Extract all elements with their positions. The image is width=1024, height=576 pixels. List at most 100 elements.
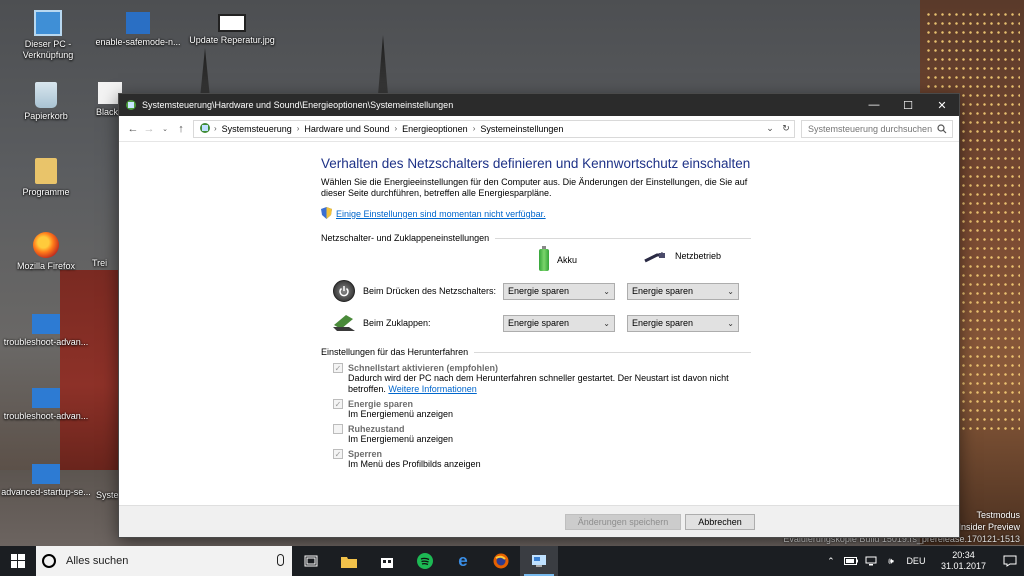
desktop-icon-this-pc[interactable]: Dieser PC - Verknüpfung [2, 10, 94, 61]
background-spire [378, 35, 388, 95]
desktop-icon-troubleshoot-2[interactable]: troubleshoot-advan... [0, 388, 92, 422]
breadcrumb-item[interactable]: Energieoptionen [402, 124, 468, 134]
column-header-battery: Akku [557, 255, 578, 265]
fast-startup-checkbox[interactable]: ✓ [333, 363, 343, 373]
microphone-icon[interactable] [277, 554, 284, 566]
watermark-insider: Insider Preview [958, 522, 1020, 532]
desktop-icon-trei[interactable]: Trei [92, 258, 116, 269]
volume-icon[interactable]: 🕪 [884, 555, 898, 567]
column-header-plugged: Netzbetrieb [675, 251, 722, 261]
desktop-icon-label: troubleshoot-advan... [3, 411, 89, 421]
network-icon[interactable] [864, 555, 878, 567]
sleep-option: ✓ Energie sparen Im Energiemenü anzeigen [333, 399, 959, 420]
checkbox-label: Schnellstart aktivieren (empfohlen) [348, 363, 499, 373]
power-plug-icon [643, 251, 667, 263]
desktop-icon-label: troubleshoot-advan... [3, 337, 89, 347]
desktop-icon-syste[interactable]: Syste [96, 490, 120, 501]
lid-close-battery-select[interactable]: Energie sparen ⌄ [503, 314, 615, 332]
refresh-icon[interactable]: ↻ [778, 123, 794, 134]
save-changes-button[interactable]: Änderungen speichern [565, 514, 681, 530]
close-button[interactable]: ✕ [925, 94, 959, 116]
desktop-icon-programs[interactable]: Programme [0, 158, 92, 198]
breadcrumb-item[interactable]: Hardware und Sound [304, 124, 389, 134]
chevron-right-icon[interactable]: › [473, 124, 476, 133]
taskbar-spotify[interactable] [406, 546, 444, 576]
document-icon [126, 12, 150, 34]
chevron-down-icon[interactable]: ⌄ [762, 123, 778, 134]
search-input[interactable] [808, 123, 933, 134]
spotify-icon [417, 553, 433, 569]
checkbox-label: Sperren [348, 449, 383, 459]
maximize-button[interactable]: ☐ [891, 94, 925, 116]
address-bar: ← → ⌄ ↑ › Systemsteuerung › Hardware und… [119, 116, 959, 142]
folder-icon [341, 556, 357, 568]
lock-option: ✓ Sperren Im Menü des Profilbilds anzeig… [333, 449, 959, 470]
checkbox-description: Im Energiemenü anzeigen [348, 434, 454, 444]
more-info-link[interactable]: Weitere Informationen [388, 384, 476, 394]
desktop-icon-label: Programme [22, 187, 70, 197]
task-view-button[interactable] [292, 546, 330, 576]
desktop-icon-file[interactable]: enable-safemode-n... [92, 12, 184, 48]
checkbox-label: Ruhezustand [348, 424, 405, 434]
start-button[interactable] [0, 546, 36, 576]
select-value: Energie sparen [632, 318, 694, 328]
hibernate-checkbox[interactable] [333, 424, 343, 434]
title-bar[interactable]: Systemsteuerung\Hardware und Sound\Energ… [119, 94, 959, 116]
forward-arrow-icon[interactable]: → [141, 119, 157, 139]
desktop-icon-troubleshoot-1[interactable]: troubleshoot-advan... [0, 314, 92, 348]
language-indicator[interactable]: DEU [904, 555, 928, 567]
desktop-icon-image[interactable]: Update Reperatur.jpg [186, 14, 278, 46]
taskbar-store[interactable] [368, 546, 406, 576]
control-panel-window: Systemsteuerung\Hardware und Sound\Energ… [118, 93, 960, 538]
page-description: Wählen Sie die Energieeinstellungen für … [321, 177, 748, 198]
image-icon [218, 14, 246, 32]
desktop-icon-label: Trei [92, 258, 108, 268]
desktop-icon-advanced-startup[interactable]: advanced-startup-se... [0, 464, 92, 498]
sleep-checkbox[interactable]: ✓ [333, 399, 343, 409]
section-title-shutdown: Einstellungen für das Herunterfahren [321, 347, 469, 357]
chevron-down-icon: ⌄ [603, 318, 610, 328]
clock[interactable]: 20:34 31.01.2017 [941, 550, 986, 572]
checkbox-description: Im Menü des Profilbilds anzeigen [348, 459, 481, 469]
taskbar-explorer[interactable] [330, 546, 368, 576]
power-button-icon [333, 280, 355, 302]
minimize-button[interactable]: — [857, 94, 891, 116]
power-button-plugged-select[interactable]: Energie sparen ⌄ [627, 282, 739, 300]
up-arrow-icon[interactable]: ↑ [173, 119, 189, 139]
taskbar-search[interactable]: Alles suchen [36, 546, 292, 576]
lock-checkbox[interactable]: ✓ [333, 449, 343, 459]
main-content: Verhalten des Netzschalters definieren u… [119, 142, 959, 510]
chevron-down-icon: ⌄ [727, 286, 734, 296]
power-button-battery-select[interactable]: Energie sparen ⌄ [503, 282, 615, 300]
taskbar-edge[interactable]: e [444, 546, 482, 576]
lid-close-label: Beim Zuklappen: [363, 318, 431, 328]
chevron-right-icon[interactable]: › [394, 124, 397, 133]
breadcrumb-item[interactable]: Systemeinstellungen [480, 124, 563, 134]
computer-icon [34, 10, 62, 36]
desktop-icon-firefox[interactable]: Mozilla Firefox [0, 232, 92, 272]
battery-tray-icon[interactable] [843, 555, 858, 567]
breadcrumb-item[interactable]: Systemsteuerung [222, 124, 292, 134]
lid-close-plugged-select[interactable]: Energie sparen ⌄ [627, 314, 739, 332]
select-value: Energie sparen [632, 286, 694, 296]
store-icon [381, 558, 393, 568]
cancel-button[interactable]: Abbrechen [685, 514, 755, 530]
clock-date: 31.01.2017 [940, 561, 986, 571]
search-icon[interactable] [937, 123, 947, 134]
unavailable-settings-link[interactable]: Einige Einstellungen sind momentan nicht… [336, 209, 546, 219]
chevron-up-icon[interactable]: ⌃ [824, 555, 838, 567]
window-title: Systemsteuerung\Hardware und Sound\Energ… [142, 100, 454, 110]
taskbar-firefox[interactable] [482, 546, 520, 576]
dialog-footer: Änderungen speichern Abbrechen [119, 505, 959, 537]
chevron-right-icon[interactable]: › [297, 124, 300, 133]
search-box[interactable] [801, 119, 953, 138]
image-icon [32, 388, 60, 408]
breadcrumb[interactable]: › Systemsteuerung › Hardware und Sound ›… [193, 119, 795, 138]
desktop-icon-label: advanced-startup-se... [1, 487, 91, 497]
desktop-icon-black[interactable]: Black [70, 82, 122, 118]
taskbar-control-panel[interactable] [520, 546, 558, 576]
back-arrow-icon[interactable]: ← [125, 119, 141, 139]
recent-dropdown-icon[interactable]: ⌄ [157, 119, 173, 139]
desktop-icon-label: Syste [96, 490, 119, 500]
notification-center-button[interactable] [996, 555, 1024, 567]
